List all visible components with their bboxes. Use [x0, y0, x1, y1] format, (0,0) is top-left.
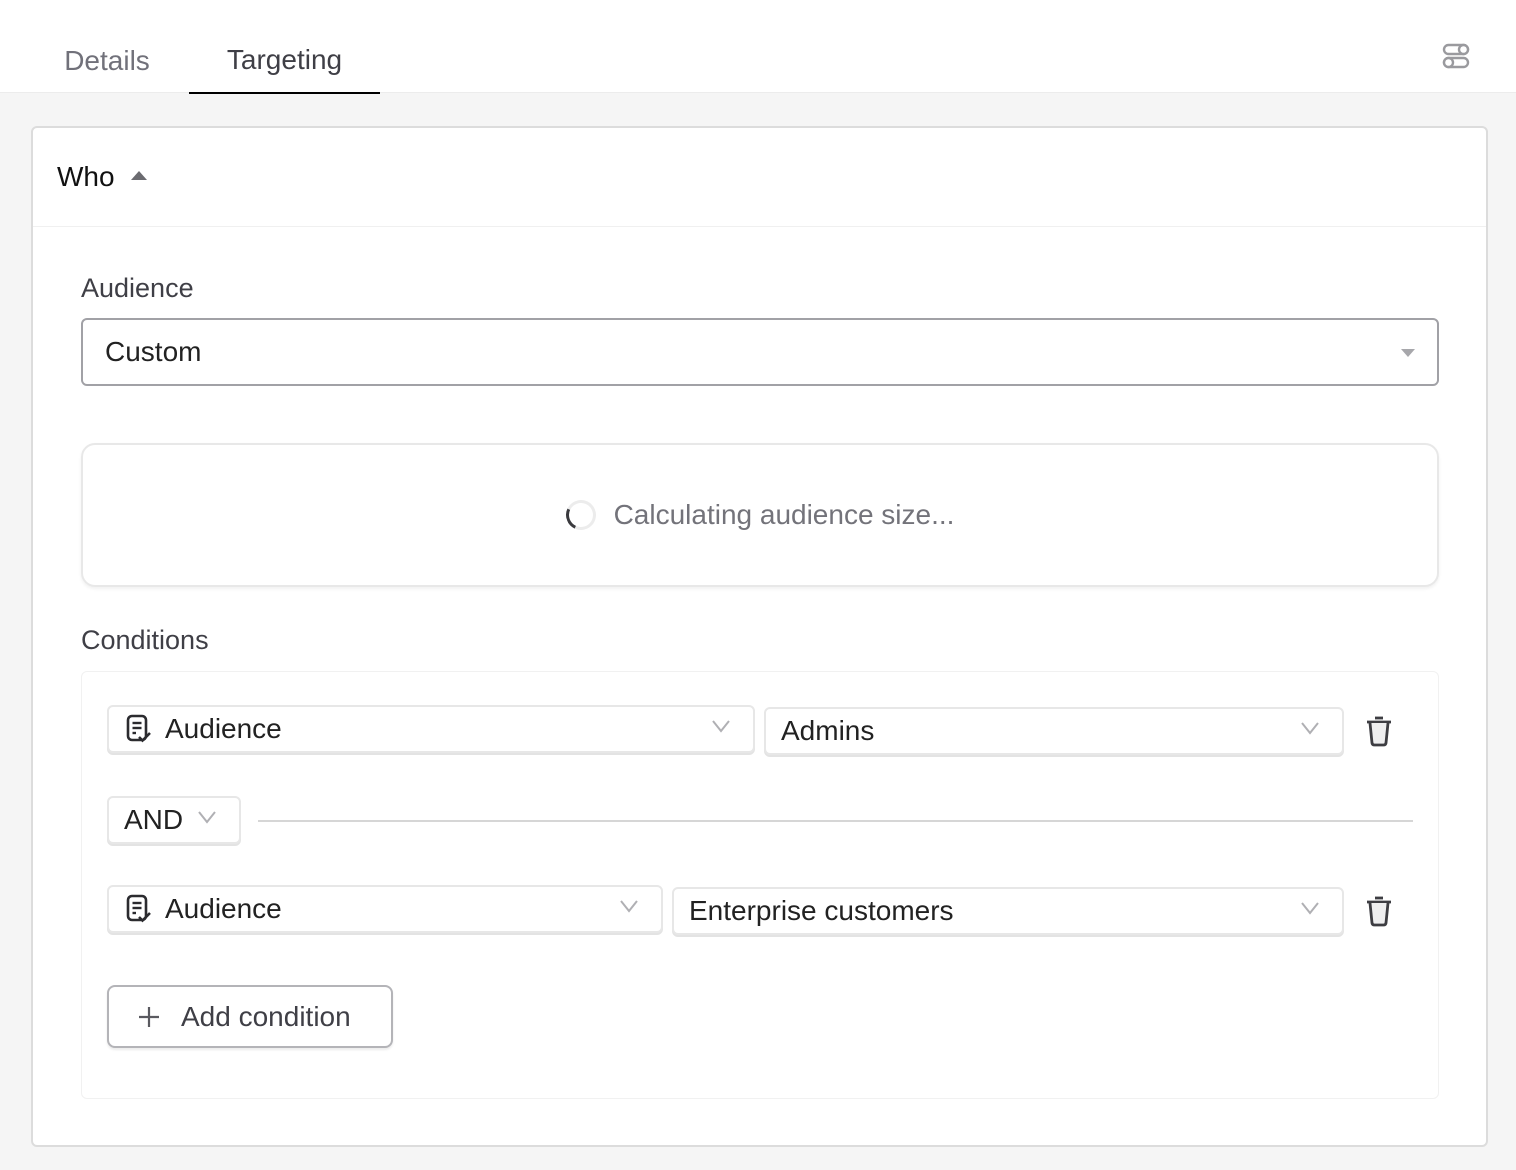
- operator-divider: [258, 820, 1413, 822]
- plus-icon: [137, 1005, 161, 1029]
- condition-value-select[interactable]: Admins: [764, 707, 1344, 755]
- trash-icon: [1367, 716, 1391, 747]
- document-check-icon: [125, 714, 153, 744]
- who-section-card: Who Audience Custom Calculating audience…: [31, 126, 1488, 1147]
- conditions-panel: Audience Admins AND Audience Enterprise …: [81, 671, 1439, 1099]
- top-bar: Details Targeting: [0, 0, 1516, 94]
- document-check-icon: [125, 894, 153, 924]
- condition-value: Admins: [781, 715, 875, 746]
- loading-spinner-icon: [561, 495, 600, 535]
- audience-select[interactable]: Custom: [81, 318, 1439, 386]
- logic-operator-select[interactable]: AND: [107, 796, 241, 844]
- condition-field-value: Audience: [165, 713, 282, 744]
- chevron-down-icon: [198, 811, 216, 824]
- trash-icon: [1367, 896, 1391, 927]
- caret-down-icon: [1401, 349, 1415, 357]
- condition-value-select[interactable]: Enterprise customers: [672, 887, 1344, 935]
- condition-field-select[interactable]: Audience: [107, 885, 663, 933]
- toggles-icon: [1442, 43, 1470, 69]
- condition-field-value: Audience: [165, 893, 282, 924]
- audience-size-status: Calculating audience size...: [613, 499, 955, 530]
- condition-field-select[interactable]: Audience: [107, 705, 755, 753]
- who-section-toggle[interactable]: Who: [33, 128, 1486, 227]
- delete-condition-button[interactable]: [1363, 714, 1395, 748]
- chevron-down-icon: [712, 720, 730, 733]
- audience-select-value: Custom: [105, 336, 202, 367]
- section-title: Who: [57, 161, 115, 192]
- audience-label: Audience: [81, 273, 194, 303]
- chevron-down-icon: [620, 900, 638, 913]
- audience-size-panel: Calculating audience size...: [81, 443, 1439, 587]
- logic-operator-value: AND: [124, 804, 184, 835]
- conditions-label: Conditions: [81, 625, 209, 655]
- caret-up-icon: [130, 170, 147, 180]
- condition-value: Enterprise customers: [689, 895, 954, 926]
- add-condition-label: Add condition: [181, 1000, 351, 1032]
- display-settings-button[interactable]: [1436, 38, 1476, 74]
- tab-details-label: Details: [64, 45, 150, 76]
- tab-details[interactable]: Details: [40, 0, 174, 94]
- chevron-down-icon: [1301, 722, 1319, 735]
- tab-targeting-label: Targeting: [226, 44, 343, 75]
- chevron-down-icon: [1301, 902, 1319, 915]
- tab-targeting[interactable]: Targeting: [189, 0, 380, 94]
- add-condition-button[interactable]: Add condition: [107, 985, 393, 1048]
- delete-condition-button[interactable]: [1363, 894, 1395, 928]
